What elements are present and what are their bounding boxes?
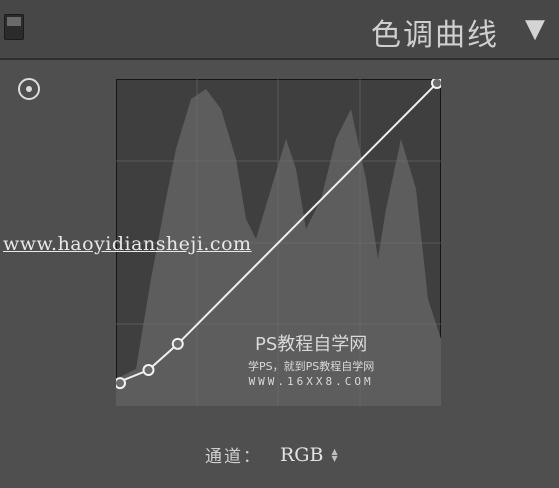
curve-control-point[interactable] (431, 79, 441, 89)
updown-arrows-icon[interactable]: ▲ ▼ (331, 447, 337, 462)
channel-row: 通道： RGB ▲ ▼ (205, 442, 338, 468)
tone-curve-panel: 色调曲线 ▼ www.haoyidiansheji.com PS教程自学网 学P… (0, 0, 559, 488)
channel-label: 通道： (205, 447, 262, 467)
curve-control-point[interactable] (142, 364, 155, 377)
panel-toggle-switch[interactable] (4, 14, 24, 40)
watermark-title: PS教程自学网 (254, 334, 368, 355)
watermark-url: www.haoyidiansheji.com (3, 233, 252, 255)
curve-control-point[interactable] (171, 337, 184, 350)
watermark-block: PS教程自学网 学PS，就到PS教程自学网 WWW.16XX8.COM (248, 330, 374, 388)
targeted-adjustment-icon[interactable] (18, 78, 40, 100)
panel-header: 色调曲线 ▼ (0, 0, 559, 60)
channel-select[interactable]: RGB ▲ ▼ (280, 444, 338, 466)
panel-title: 色调曲线 (371, 18, 499, 53)
watermark-site: WWW.16XX8.COM (248, 375, 374, 388)
collapse-triangle-icon[interactable]: ▼ (525, 14, 545, 44)
watermark-subtitle: 学PS，就到PS教程自学网 (248, 360, 375, 373)
channel-value[interactable]: RGB (280, 444, 323, 466)
curve-control-point[interactable] (116, 377, 126, 390)
